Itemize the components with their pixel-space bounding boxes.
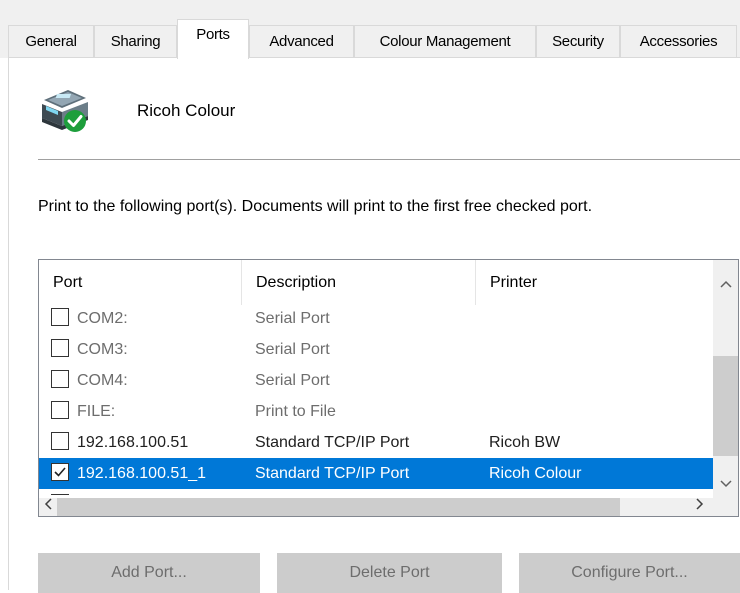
checkmark-icon xyxy=(53,465,67,479)
chevron-up-icon[interactable] xyxy=(713,272,738,297)
port-description: Serial Port xyxy=(255,303,330,334)
port-name: COM4: xyxy=(77,365,128,396)
delete-port-button[interactable]: Delete Port xyxy=(277,553,502,593)
port-name: 192.168.100.51 xyxy=(77,427,188,458)
printer-name: Ricoh Colour xyxy=(137,101,235,121)
tab-accessories[interactable]: Accessories xyxy=(620,25,737,57)
scrollbar-corner xyxy=(713,498,738,516)
port-row-partial[interactable] xyxy=(39,489,713,495)
port-rows: COM2: Serial Port COM3: Serial Port COM4… xyxy=(39,303,713,495)
vertical-scrollbar[interactable] xyxy=(713,260,738,498)
chevron-down-icon[interactable] xyxy=(713,472,738,497)
port-row-192-168-100-51-1[interactable]: 192.168.100.51_1 Standard TCP/IP Port Ri… xyxy=(39,458,713,489)
port-row-192-168-100-51[interactable]: 192.168.100.51 Standard TCP/IP Port Rico… xyxy=(39,427,713,458)
port-row-com4[interactable]: COM4: Serial Port xyxy=(39,365,713,396)
port-checkbox-checked[interactable] xyxy=(51,463,69,481)
chevron-right-icon[interactable] xyxy=(691,494,709,517)
separator xyxy=(38,159,740,160)
add-port-button[interactable]: Add Port... xyxy=(38,553,260,593)
tab-panel-left-border xyxy=(8,57,9,590)
tab-strip: General Sharing Ports Advanced Colour Ma… xyxy=(0,0,740,58)
chevron-left-icon[interactable] xyxy=(39,494,57,517)
port-printer: Ricoh BW xyxy=(489,427,560,458)
port-name: COM3: xyxy=(77,334,128,365)
tab-panel-border xyxy=(8,57,740,58)
column-header-port[interactable]: Port xyxy=(39,260,241,305)
tab-colour-management[interactable]: Colour Management xyxy=(354,25,536,57)
printer-ready-icon xyxy=(38,86,94,136)
column-header-description[interactable]: Description xyxy=(241,260,475,305)
instructions-text: Print to the following port(s). Document… xyxy=(38,196,658,217)
port-checkbox[interactable] xyxy=(51,401,69,419)
port-checkbox[interactable] xyxy=(51,308,69,326)
tab-general[interactable]: General xyxy=(8,25,94,57)
tab-security[interactable]: Security xyxy=(536,25,620,57)
tab-advanced[interactable]: Advanced xyxy=(249,25,354,57)
port-description: Serial Port xyxy=(255,365,330,396)
configure-port-button[interactable]: Configure Port... xyxy=(519,553,740,593)
column-header-printer[interactable]: Printer xyxy=(475,260,713,305)
tab-ports[interactable]: Ports xyxy=(177,19,249,59)
port-row-file[interactable]: FILE: Print to File xyxy=(39,396,713,427)
port-name: COM2: xyxy=(77,303,128,334)
port-description: Standard TCP/IP Port xyxy=(255,458,409,489)
port-checkbox[interactable] xyxy=(51,339,69,357)
port-checkbox[interactable] xyxy=(51,432,69,450)
tab-sharing[interactable]: Sharing xyxy=(94,25,177,57)
horizontal-scroll-thumb[interactable] xyxy=(57,498,620,516)
port-row-com3[interactable]: COM3: Serial Port xyxy=(39,334,713,365)
port-checkbox[interactable] xyxy=(51,370,69,388)
port-description: Serial Port xyxy=(255,334,330,365)
port-name: FILE: xyxy=(77,396,115,427)
port-list-header: Port Description Printer xyxy=(39,260,713,305)
horizontal-scrollbar[interactable] xyxy=(39,498,713,516)
port-description: Standard TCP/IP Port xyxy=(255,427,409,458)
port-description: Print to File xyxy=(255,396,336,427)
port-name: 192.168.100.51_1 xyxy=(77,458,206,489)
port-printer: Ricoh Colour xyxy=(489,458,581,489)
port-row-com2[interactable]: COM2: Serial Port xyxy=(39,303,713,334)
vertical-scroll-thumb[interactable] xyxy=(713,356,738,456)
port-list[interactable]: Port Description Printer COM2: Serial Po… xyxy=(38,259,739,517)
